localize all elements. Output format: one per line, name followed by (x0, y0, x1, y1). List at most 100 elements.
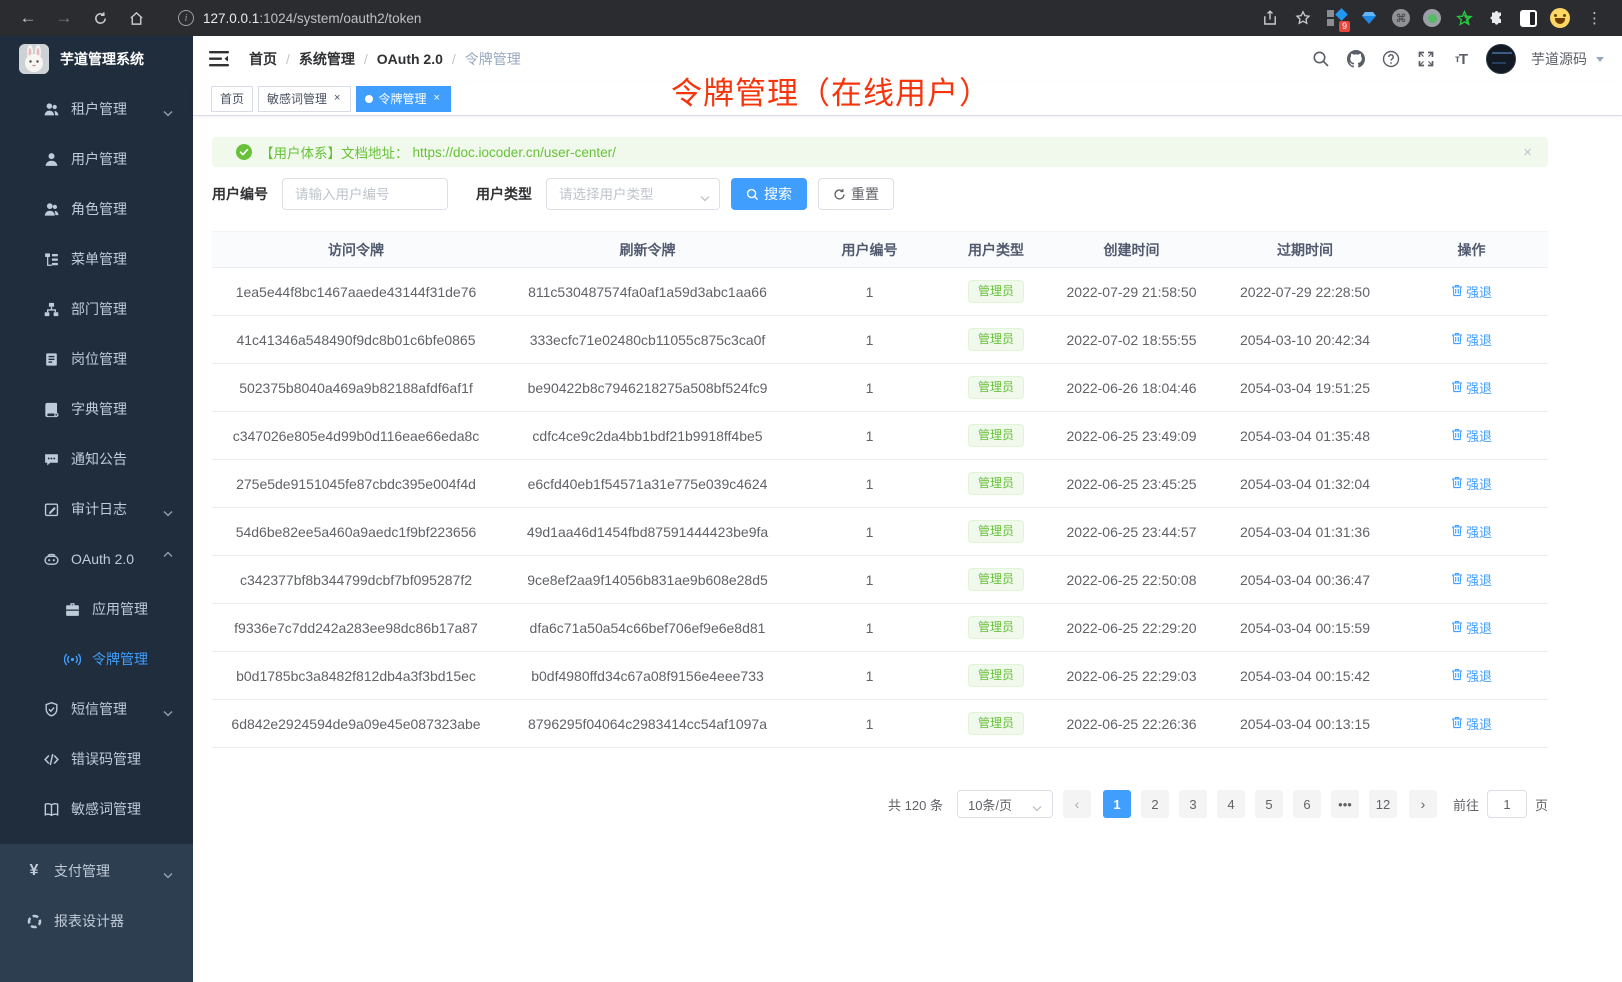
doc-link[interactable]: https://doc.iocoder.cn/user-center/ (413, 145, 616, 160)
user-type-select[interactable] (546, 178, 720, 210)
sidebar-item-menu[interactable]: 菜单管理 (0, 234, 193, 284)
prev-page-button[interactable]: ‹ (1063, 790, 1091, 818)
sidebar-item-oauth2-app[interactable]: 应用管理 (0, 584, 193, 634)
sidebar-item-sms[interactable]: 短信管理 (0, 684, 193, 734)
puzzle-extension-icon[interactable] (1487, 8, 1507, 28)
star-extension-icon[interactable] (1454, 8, 1474, 28)
sidebar-item-oauth2-token[interactable]: 令牌管理 (0, 634, 193, 684)
sidebar-item-user[interactable]: 用户管理 (0, 134, 193, 184)
force-logout-button[interactable]: 强退 (1451, 522, 1492, 541)
sidebar-item-pay[interactable]: ¥支付管理 (0, 846, 193, 896)
github-icon[interactable] (1346, 49, 1366, 69)
tab-close-icon[interactable]: × (332, 92, 342, 105)
tab-1[interactable]: 敏感词管理× (258, 86, 351, 112)
user-menu-caret-icon[interactable] (1596, 57, 1604, 62)
sidebar-item-label: 短信管理 (71, 699, 127, 719)
page-button-6[interactable]: 6 (1293, 790, 1321, 818)
browser-home-button[interactable] (122, 4, 150, 32)
search-icon[interactable] (1311, 49, 1331, 69)
force-logout-button[interactable]: 强退 (1451, 378, 1492, 397)
sidebar-item-label: 菜单管理 (71, 249, 127, 269)
sidebar-item-dict[interactable]: 字典管理 (0, 384, 193, 434)
browser-forward-button[interactable]: → (50, 4, 78, 32)
page-info-icon[interactable]: i (178, 10, 194, 26)
page-button-4[interactable]: 4 (1217, 790, 1245, 818)
share-icon[interactable] (1260, 8, 1280, 28)
sidebar-item-label: 部门管理 (71, 299, 127, 319)
browser-menu-icon[interactable]: ⋮ (1583, 9, 1606, 27)
sidebar-item-label: 岗位管理 (71, 349, 127, 369)
font-size-icon[interactable]: тT (1451, 49, 1471, 69)
delete-icon (1451, 476, 1463, 492)
force-logout-button[interactable]: 强退 (1451, 330, 1492, 349)
user-id-input[interactable] (282, 178, 448, 210)
oauth-icon (42, 550, 60, 568)
extension-grid-icon[interactable]: 9 (1326, 8, 1346, 28)
errcode-icon (42, 750, 60, 768)
page-button-5[interactable]: 5 (1255, 790, 1283, 818)
fullscreen-icon[interactable] (1416, 49, 1436, 69)
expire-time-cell: 2054-03-04 00:36:47 (1215, 556, 1395, 604)
address-bar[interactable]: i 127.0.0.1:1024/system/oauth2/token (166, 4, 1248, 32)
breadcrumb-oauth2[interactable]: OAuth 2.0 (377, 51, 443, 67)
sidebar-item-report-designer[interactable]: 报表设计器 (0, 896, 193, 946)
tab-active-2[interactable]: 令牌管理 × (356, 86, 450, 112)
page-size-select[interactable]: 10条/页 (957, 790, 1053, 818)
sms-icon (42, 700, 60, 718)
user-avatar[interactable] (1486, 44, 1516, 74)
command-extension-icon[interactable]: ⌘ (1392, 9, 1410, 27)
sidebar-item-label: 报表设计器 (54, 911, 124, 931)
force-logout-button[interactable]: 强退 (1451, 666, 1492, 685)
alert-close-icon[interactable]: × (1523, 144, 1532, 161)
page-button-1[interactable]: 1 (1103, 790, 1131, 818)
force-logout-button[interactable]: 强退 (1451, 618, 1492, 637)
emoji-extension-icon[interactable] (1550, 8, 1570, 28)
force-logout-button[interactable]: 强退 (1451, 474, 1492, 493)
sidebar-item-post[interactable]: 岗位管理 (0, 334, 193, 384)
breadcrumb-home[interactable]: 首页 (249, 49, 277, 69)
force-logout-button[interactable]: 强退 (1451, 570, 1492, 589)
collapse-sidebar-icon[interactable] (209, 48, 231, 70)
tags-view-bar: 首页敏感词管理× 令牌管理 × (193, 82, 1622, 116)
goto-page-input[interactable] (1487, 790, 1527, 818)
help-icon[interactable] (1381, 49, 1401, 69)
user-type-cell: 管理员 (944, 268, 1048, 316)
force-logout-button[interactable]: 强退 (1451, 282, 1492, 301)
access-token-cell: c342377bf8b344799dcbf7bf095287f2 (212, 556, 500, 604)
page-button-3[interactable]: 3 (1179, 790, 1207, 818)
bookmark-star-icon[interactable] (1293, 8, 1313, 28)
sidebar-item-label: 支付管理 (54, 861, 110, 881)
page-button-2[interactable]: 2 (1141, 790, 1169, 818)
next-page-button[interactable]: › (1409, 790, 1437, 818)
sidebar-item-notice[interactable]: 通知公告 (0, 434, 193, 484)
reset-button[interactable]: 重置 (818, 178, 894, 210)
browser-back-button[interactable]: ← (14, 4, 42, 32)
tab-label: 令牌管理 (378, 90, 426, 107)
force-logout-button[interactable]: 强退 (1451, 426, 1492, 445)
recorder-extension-icon[interactable] (1423, 9, 1441, 27)
page-button-12[interactable]: 12 (1369, 790, 1397, 818)
sidebar-item-department[interactable]: 部门管理 (0, 284, 193, 334)
refresh-token-cell: e6cfd40eb1f54571a31e775e039c4624 (500, 460, 795, 508)
sidebar-item-role[interactable]: 角色管理 (0, 184, 193, 234)
sidebar-item-oauth2[interactable]: OAuth 2.0 (0, 534, 193, 584)
action-cell: 强退 (1395, 700, 1548, 748)
user-name[interactable]: 芋道源码 (1531, 49, 1587, 69)
expire-time-cell: 2054-03-04 00:15:59 (1215, 604, 1395, 652)
sidebar-item-tenant[interactable]: 租户管理 (0, 84, 193, 134)
browser-reload-button[interactable] (86, 4, 114, 32)
more-pages-button[interactable]: ••• (1331, 790, 1359, 818)
search-button[interactable]: 搜索 (731, 178, 807, 210)
tab-0[interactable]: 首页 (211, 86, 253, 112)
user-type-badge: 管理员 (968, 568, 1024, 591)
breadcrumb-system[interactable]: 系统管理 (299, 49, 355, 69)
sidebar-extension-icon[interactable] (1520, 10, 1537, 27)
user-id-cell: 1 (795, 556, 944, 604)
tab-close-icon[interactable]: × (431, 92, 441, 105)
diamond-extension-icon[interactable] (1359, 8, 1379, 28)
force-logout-button[interactable]: 强退 (1451, 714, 1492, 733)
logo-avatar (19, 44, 49, 74)
sidebar-item-error-code[interactable]: 错误码管理 (0, 734, 193, 784)
sidebar-item-sensitive-word[interactable]: 敏感词管理 (0, 784, 193, 834)
sidebar-item-audit-log[interactable]: 审计日志 (0, 484, 193, 534)
